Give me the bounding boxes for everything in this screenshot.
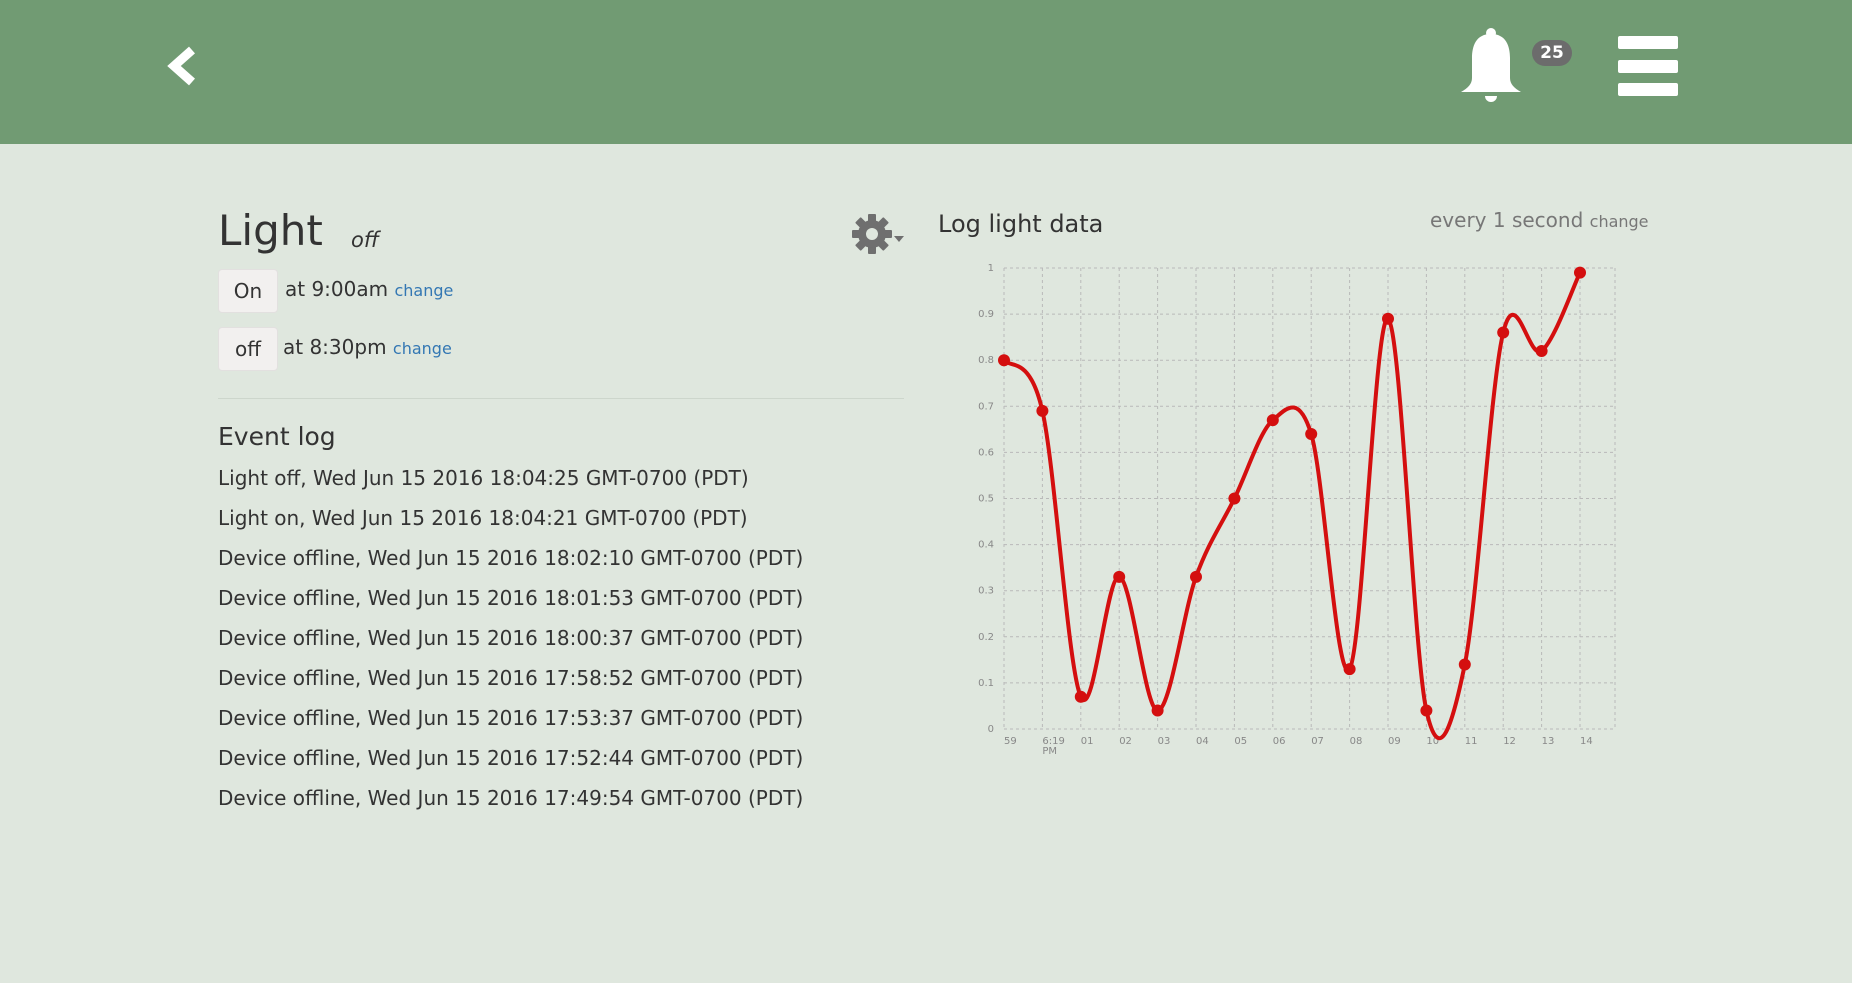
event-log-entry: Light off, Wed Jun 15 2016 18:04:25 GMT-… <box>218 466 749 490</box>
light-data-chart: 00.10.20.30.40.50.60.70.80.9159 6:19PM01 0… <box>978 263 1616 757</box>
data-point <box>1151 704 1164 717</box>
on-schedule-change-link[interactable]: change <box>394 281 453 300</box>
off-schedule-time: at 8:30pm <box>283 335 387 359</box>
y-tick-label: 0.8 <box>978 355 994 366</box>
back-button[interactable] <box>164 44 200 88</box>
settings-button[interactable] <box>850 212 906 258</box>
off-schedule-button[interactable]: off <box>218 327 278 371</box>
event-log-entry: Device offline, Wed Jun 15 2016 18:00:37… <box>218 626 804 650</box>
on-schedule-time: at 9:00am <box>285 277 389 301</box>
event-log-entry: Light on, Wed Jun 15 2016 18:04:21 GMT-0… <box>218 506 748 530</box>
x-tick-label: 11 <box>1465 736 1478 747</box>
y-tick-label: 0.3 <box>978 586 994 597</box>
menu-bar <box>1618 36 1678 49</box>
x-tick-label: PM <box>1042 746 1057 757</box>
data-point <box>1190 570 1202 583</box>
gear-icon <box>852 214 904 254</box>
off-schedule-row: at 8:30pm change <box>283 335 452 359</box>
y-tick-label: 0 <box>988 724 994 735</box>
event-log-entry: Device offline, Wed Jun 15 2016 17:58:52… <box>218 666 804 690</box>
y-tick-label: 0.1 <box>978 678 994 689</box>
event-log-entry: Device offline, Wed Jun 15 2016 18:01:53… <box>218 586 804 610</box>
event-log-entry: Device offline, Wed Jun 15 2016 17:49:54… <box>218 786 804 810</box>
x-tick-label: 06 <box>1273 736 1286 747</box>
x-tick-label: 14 <box>1580 736 1593 747</box>
event-log-entry: Device offline, Wed Jun 15 2016 17:52:44… <box>218 746 804 770</box>
data-point <box>1266 414 1279 427</box>
x-tick-label: 05 <box>1234 736 1247 747</box>
event-log-entry: Device offline, Wed Jun 15 2016 18:02:10… <box>218 546 804 570</box>
event-log-list: Light off, Wed Jun 15 2016 18:04:25 GMT-… <box>218 464 803 824</box>
x-tick-label: 59 <box>1004 736 1017 747</box>
notification-count-badge: 25 <box>1532 40 1572 66</box>
y-tick-label: 1 <box>988 263 994 274</box>
off-schedule-change-link[interactable]: change <box>393 339 452 358</box>
x-tick-label: 13 <box>1542 736 1555 747</box>
x-tick-label: 07 <box>1311 736 1324 747</box>
chart-title: Log light data <box>938 210 1104 238</box>
data-point <box>1420 704 1433 717</box>
x-tick-label: 01 <box>1081 736 1094 747</box>
y-tick-label: 0.9 <box>978 309 994 320</box>
x-tick-label: 03 <box>1158 736 1171 747</box>
data-point <box>1497 326 1510 339</box>
menu-bar <box>1618 60 1678 73</box>
data-point <box>1574 266 1586 279</box>
x-tick-label: 12 <box>1503 736 1516 747</box>
notifications-button[interactable] <box>1456 26 1526 106</box>
menu-bar <box>1618 83 1678 96</box>
hamburger-menu-icon[interactable] <box>1618 36 1678 96</box>
data-point <box>1343 663 1356 676</box>
data-point <box>1228 492 1241 505</box>
y-tick-label: 0.6 <box>978 447 994 458</box>
log-interval: every 1 second change <box>1430 208 1649 232</box>
on-schedule-row: at 9:00am change <box>285 277 453 301</box>
x-tick-label: 08 <box>1350 736 1363 747</box>
log-interval-text: every 1 second <box>1430 208 1584 232</box>
x-tick-label: 09 <box>1388 736 1401 747</box>
data-point <box>1036 404 1049 417</box>
x-tick-label: 02 <box>1119 736 1132 747</box>
device-title: Light <box>218 206 323 255</box>
event-log-entry: Device offline, Wed Jun 15 2016 17:53:37… <box>218 706 804 730</box>
data-point <box>998 354 1010 367</box>
data-point <box>1535 344 1548 357</box>
top-bar: 25 <box>0 0 1852 144</box>
y-tick-label: 0.4 <box>978 540 994 551</box>
chevron-left-icon <box>167 46 195 86</box>
series-line <box>1002 271 1582 741</box>
data-point <box>1382 312 1394 325</box>
x-tick-label: 04 <box>1196 736 1209 747</box>
y-tick-label: 0.5 <box>978 494 994 505</box>
y-tick-label: 0.7 <box>978 401 994 412</box>
device-state: off <box>351 228 380 252</box>
divider <box>218 398 904 399</box>
event-log-title: Event log <box>218 422 336 451</box>
data-point <box>1074 690 1087 703</box>
data-point <box>1458 658 1471 671</box>
data-point <box>1113 570 1126 583</box>
y-tick-label: 0.2 <box>978 632 994 643</box>
log-interval-change-link[interactable]: change <box>1590 212 1649 231</box>
on-schedule-button[interactable]: On <box>218 269 278 313</box>
data-point <box>1305 427 1318 440</box>
bell-icon <box>1461 28 1521 102</box>
